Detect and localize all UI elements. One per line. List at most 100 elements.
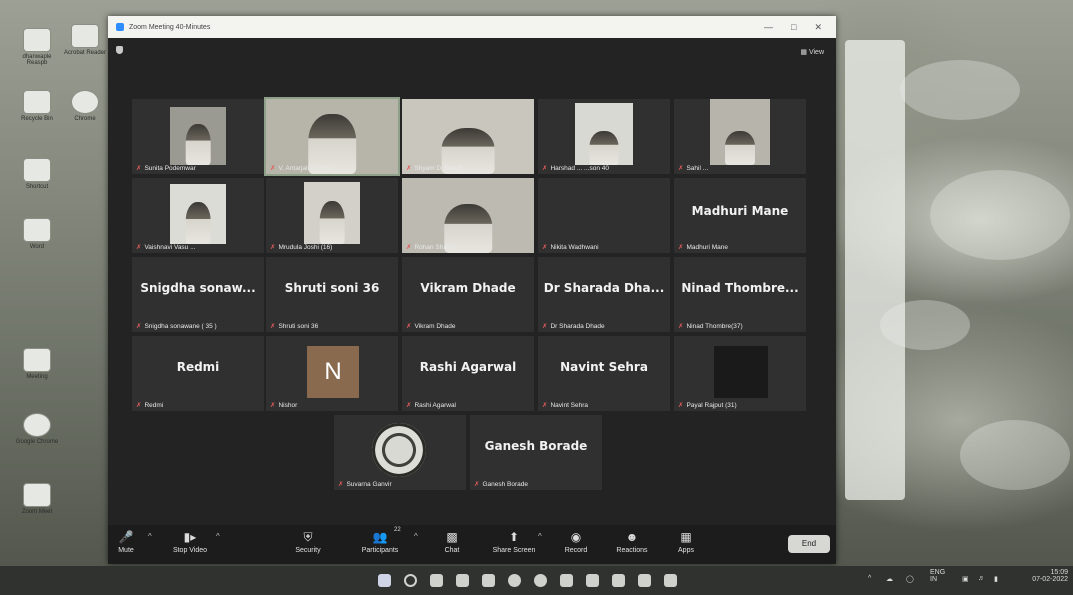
participant-tile[interactable]: ✗ Nikita Wadhwani	[538, 178, 670, 253]
chrome-icon[interactable]	[534, 574, 547, 587]
participant-tile[interactable]: Snigdha sonaw... ✗ Snigdha sonawane ( 35 …	[132, 257, 264, 332]
search-icon[interactable]	[404, 574, 417, 587]
muted-mic-icon: ✗	[474, 481, 480, 488]
start-menu-icon[interactable]	[378, 574, 391, 587]
participant-video	[304, 182, 360, 244]
tray-overflow-chevron-icon[interactable]: ^	[868, 575, 871, 582]
participant-video	[170, 107, 226, 165]
edge-browser-icon[interactable]	[508, 574, 521, 587]
app-icon[interactable]	[664, 574, 677, 587]
video-options-chevron-icon[interactable]: ^	[216, 532, 220, 541]
participant-video	[402, 178, 534, 253]
desktop-icon-label: Shortcut	[25, 184, 49, 190]
apps-button[interactable]: ▦ Apps	[656, 529, 716, 554]
clock[interactable]: 15:09 07-02-2022	[1020, 569, 1068, 583]
muted-mic-icon: ✗	[406, 244, 412, 251]
participant-name-label: ✗ Vaishnavi Vasu ...	[136, 244, 196, 251]
zoom-app-icon[interactable]	[638, 574, 651, 587]
participants-options-chevron-icon[interactable]: ^	[414, 532, 418, 541]
muted-mic-icon: ✗	[270, 244, 276, 251]
participant-tile[interactable]: ✗ Shyam D. Bandi	[402, 99, 534, 174]
participant-tile[interactable]: Ninad Thombre... ✗ Ninad Thombre(37)	[674, 257, 806, 332]
desktop-icon[interactable]: Shortcut	[14, 158, 60, 190]
participant-name-label: ✗ Sunita Podemwar	[136, 165, 196, 172]
battery-icon[interactable]: ▮	[994, 575, 998, 583]
file-explorer-icon[interactable]	[482, 574, 495, 587]
participant-tile[interactable]: ✗ Sunita Podemwar	[132, 99, 264, 174]
participant-tile[interactable]: ✗ Suvarna Ganvir	[334, 415, 466, 490]
settings-icon[interactable]	[586, 574, 599, 587]
network-icon[interactable]: ▣	[962, 575, 969, 583]
participant-tile[interactable]: Ganesh Borade ✗ Ganesh Borade	[470, 415, 602, 490]
participant-display-name: Snigdha sonaw...	[140, 281, 256, 295]
participant-tile[interactable]: Redmi ✗ Redmi	[132, 336, 264, 411]
gallery-view: ▦ View ✗ Sunita Podemwar ✗ V. Antarjali (S…	[108, 38, 836, 525]
participant-avatar-initial: N	[307, 346, 359, 398]
zoom-logo-icon	[116, 23, 124, 31]
muted-mic-icon: ✗	[542, 165, 548, 172]
desktop-icon[interactable]: Acrobat Reader	[62, 24, 108, 56]
participant-name-label: ✗ Vikram Dhade	[406, 323, 456, 330]
stop-video-button[interactable]: ▮▸ Stop Video	[160, 529, 220, 554]
mute-button[interactable]: 🎤 Mute	[96, 529, 156, 554]
participant-tile[interactable]: ✗ Sahil ...	[674, 99, 806, 174]
participant-tile[interactable]: ✗ Mrudula Joshi (16)	[266, 178, 398, 253]
participants-button[interactable]: 👥 Participants	[350, 529, 410, 554]
muted-mic-icon: ✗	[678, 165, 684, 172]
store-icon[interactable]	[612, 574, 625, 587]
end-meeting-button[interactable]: End	[788, 535, 830, 553]
participant-tile[interactable]: ✗ Payal Rajput (31)	[674, 336, 806, 411]
app-icon	[23, 28, 51, 52]
participant-name-label: ✗ Madhuri Mane	[678, 244, 729, 251]
reactions-button[interactable]: ☻ Reactions	[602, 529, 662, 554]
participant-tile[interactable]: N ✗ Nishor	[266, 336, 398, 411]
language-indicator[interactable]: ENG IN	[930, 569, 945, 583]
minimize-icon[interactable]: —	[764, 22, 773, 33]
participant-tile[interactable]: Shruti soni 36 ✗ Shruti soni 36	[266, 257, 398, 332]
widgets-icon[interactable]	[456, 574, 469, 587]
record-button[interactable]: ◉ Record	[546, 529, 606, 554]
windows-taskbar: ^ ☁ ◯ ENG IN ▣ ♬ ▮ 15:09 07-02-2022	[0, 566, 1073, 595]
encryption-shield-icon[interactable]	[116, 46, 123, 54]
muted-mic-icon: ✗	[542, 244, 548, 251]
desktop-icon[interactable]: Recycle Bin	[14, 90, 60, 122]
participant-name-label: ✗ Rashi Agarwal	[406, 402, 457, 409]
chat-button[interactable]: ▩ Chat	[422, 529, 482, 554]
participant-tile[interactable]: ✗ Vaishnavi Vasu ...	[132, 178, 264, 253]
participant-tile[interactable]: Madhuri Mane ✗ Madhuri Mane	[674, 178, 806, 253]
calendar-icon[interactable]	[560, 574, 573, 587]
volume-icon[interactable]: ♬	[978, 575, 985, 582]
participant-tile-active-speaker[interactable]: ✗ V. Antarjali (Sentia)	[264, 97, 400, 176]
participant-video	[710, 99, 770, 165]
muted-mic-icon: ✗	[542, 323, 548, 330]
participant-tile[interactable]: Navint Sehra ✗ Navint Sehra	[538, 336, 670, 411]
usb-icon[interactable]: ◯	[906, 575, 914, 583]
participant-tile[interactable]: Rashi Agarwal ✗ Rashi Agarwal	[402, 336, 534, 411]
participant-tile[interactable]: ✗ Harshad ... ...son 40	[538, 99, 670, 174]
participant-tile[interactable]: ✗ Rohan Shaikh	[402, 178, 534, 253]
security-button[interactable]: ⛨ Security	[278, 529, 338, 554]
desktop-icon-label: Chrome	[74, 116, 96, 122]
desktop-icon[interactable]: dhanwaple Reaspb	[14, 28, 60, 66]
onedrive-icon[interactable]: ☁	[886, 575, 893, 583]
maximize-icon[interactable]: □	[791, 22, 796, 33]
participant-name-label: ✗ Sahil ...	[678, 165, 709, 172]
microphone-icon: 🎤	[118, 530, 134, 544]
close-icon[interactable]: ✕	[814, 22, 822, 33]
participant-tile[interactable]: Vikram Dhade ✗ Vikram Dhade	[402, 257, 534, 332]
share-options-chevron-icon[interactable]: ^	[538, 532, 542, 541]
muted-mic-icon: ✗	[678, 323, 684, 330]
share-screen-button[interactable]: ⬆ Share Screen	[484, 529, 544, 554]
participant-name-label: ✗ Mrudula Joshi (16)	[270, 244, 333, 251]
desktop-icon[interactable]: Zoom Meet	[14, 483, 60, 515]
desktop-icon[interactable]: Word	[14, 218, 60, 250]
desktop-icon[interactable]: Google Chrome	[14, 413, 60, 445]
audio-options-chevron-icon[interactable]: ^	[148, 532, 152, 541]
view-button[interactable]: ▦ View	[800, 48, 824, 56]
desktop-icon[interactable]: Chrome	[62, 90, 108, 122]
background-window	[845, 40, 905, 500]
participant-tile[interactable]: Dr Sharada Dha... ✗ Dr Sharada Dhade	[538, 257, 670, 332]
task-view-icon[interactable]	[430, 574, 443, 587]
participant-display-name: Rashi Agarwal	[419, 360, 517, 374]
desktop-icon[interactable]: Meeting	[14, 348, 60, 380]
